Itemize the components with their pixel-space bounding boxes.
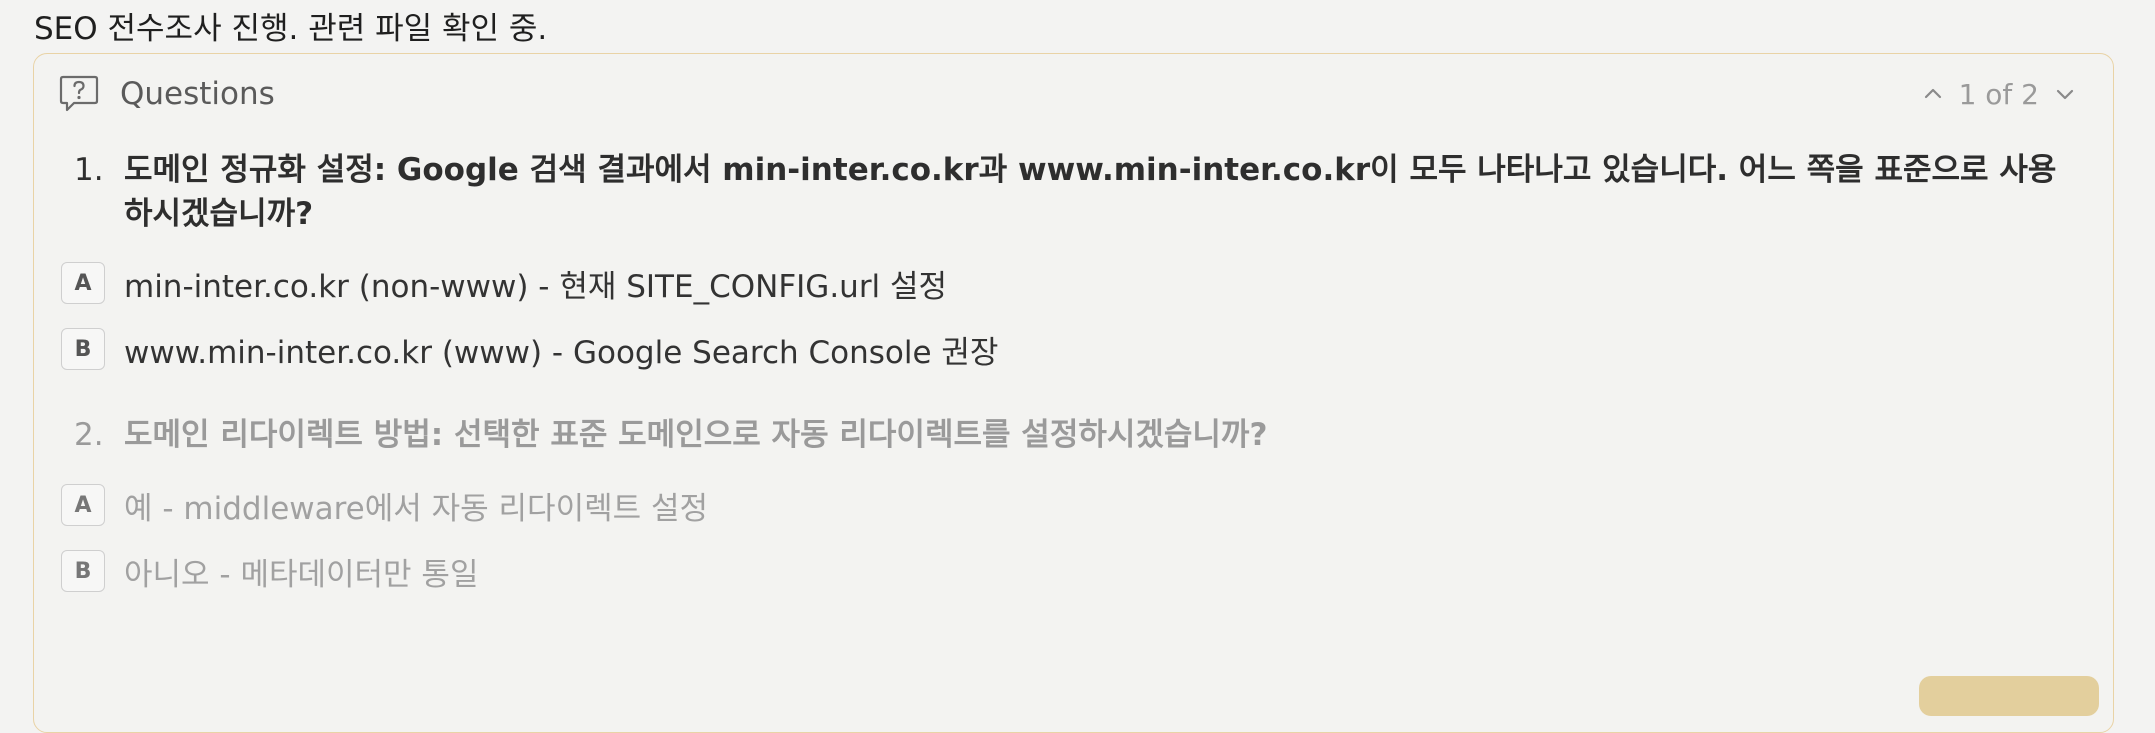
option-label: 아니오 - 메타데이터만 통일: [124, 556, 479, 593]
panel-title: Questions: [120, 76, 275, 112]
option-label: min-inter.co.kr (non-www) - 현재 SITE_CONF…: [124, 268, 948, 305]
option-key: B: [61, 550, 105, 592]
option-key: A: [61, 262, 105, 304]
question-1: 1. 도메인 정규화 설정: Google 검색 결과에서 min-inter.…: [74, 148, 2074, 236]
submit-button[interactable]: [1919, 676, 2099, 716]
question-1-option-b[interactable]: B www.min-inter.co.kr (www) - Google Sea…: [61, 326, 998, 372]
option-key: B: [61, 328, 105, 370]
option-key: A: [61, 484, 105, 526]
question-2-option-a[interactable]: A 예 - middleware에서 자동 리다이렉트 설정: [61, 482, 708, 528]
chevron-up-icon[interactable]: [1921, 82, 1945, 106]
assistant-status-text: SEO 전수조사 진행. 관련 파일 확인 중.: [34, 11, 548, 47]
question-number: 2.: [74, 417, 104, 453]
question-1-option-a[interactable]: A min-inter.co.kr (non-www) - 현재 SITE_CO…: [61, 260, 947, 306]
question-bubble-icon: [59, 75, 99, 112]
chevron-down-icon[interactable]: [2053, 82, 2077, 106]
question-text: 도메인 정규화 설정: Google 검색 결과에서 min-inter.co.…: [124, 152, 2057, 232]
question-2-option-b[interactable]: B 아니오 - 메타데이터만 통일: [61, 548, 478, 594]
option-label: www.min-inter.co.kr (www) - Google Searc…: [124, 334, 999, 371]
panel-header: Questions: [58, 72, 275, 116]
questions-panel: Questions 1 of 2 1. 도메인 정규화 설정: Google 검…: [33, 53, 2114, 733]
question-number: 1.: [74, 152, 104, 188]
question-text: 도메인 리다이렉트 방법: 선택한 표준 도메인으로 자동 리다이렉트를 설정하…: [124, 417, 1268, 453]
question-pager: 1 of 2: [1921, 74, 2077, 114]
option-label: 예 - middleware에서 자동 리다이렉트 설정: [124, 490, 709, 527]
pager-label: 1 of 2: [1958, 77, 2039, 111]
question-2: 2. 도메인 리다이렉트 방법: 선택한 표준 도메인으로 자동 리다이렉트를 …: [74, 413, 2074, 457]
